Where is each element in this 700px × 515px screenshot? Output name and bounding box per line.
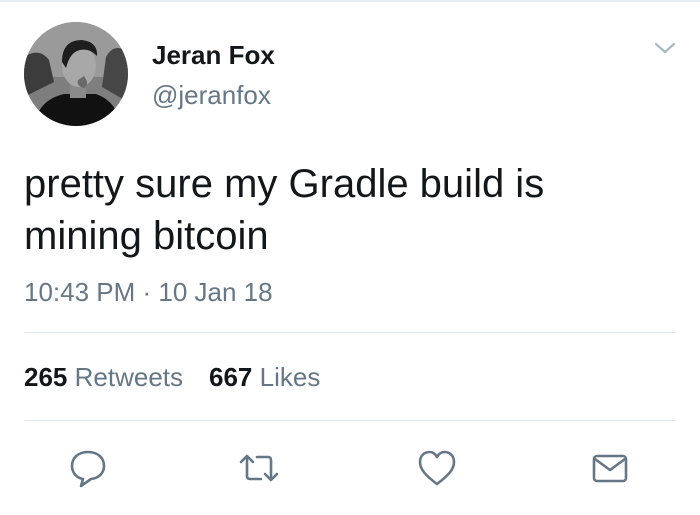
direct-message-button[interactable] bbox=[588, 446, 632, 490]
chevron-down-icon[interactable] bbox=[652, 38, 678, 58]
retweet-arrows-icon bbox=[239, 454, 279, 482]
retweets-stat[interactable]: 265 Retweets bbox=[24, 362, 183, 392]
tweet-stats: 265 Retweets 667 Likes bbox=[24, 362, 320, 393]
tweet-text: pretty sure my Gradle build is mining bi… bbox=[24, 162, 545, 258]
tweet-timestamp[interactable]: 10:43 PM · 10 Jan 18 bbox=[24, 277, 273, 308]
avatar[interactable] bbox=[24, 22, 128, 126]
user-avatar-photo bbox=[24, 22, 128, 126]
heart-icon bbox=[418, 450, 456, 486]
retweet-button[interactable] bbox=[237, 446, 281, 490]
retweets-count: 265 bbox=[24, 362, 68, 392]
speech-bubble-icon bbox=[70, 450, 106, 488]
like-button[interactable] bbox=[415, 446, 459, 490]
reply-button[interactable] bbox=[66, 446, 110, 490]
retweets-label: Retweets bbox=[74, 362, 184, 392]
display-name[interactable]: Jeran Fox bbox=[152, 40, 275, 71]
envelope-icon bbox=[592, 454, 628, 483]
likes-stat[interactable]: 667 Likes bbox=[209, 362, 320, 392]
divider bbox=[24, 420, 676, 421]
tweet-detail: Jeran Fox @jeranfox pretty sure my Gradl… bbox=[0, 0, 700, 515]
likes-count: 667 bbox=[209, 362, 253, 392]
divider bbox=[24, 332, 676, 333]
user-handle[interactable]: @jeranfox bbox=[152, 80, 271, 111]
likes-label: Likes bbox=[259, 362, 321, 392]
top-border bbox=[0, 0, 700, 2]
